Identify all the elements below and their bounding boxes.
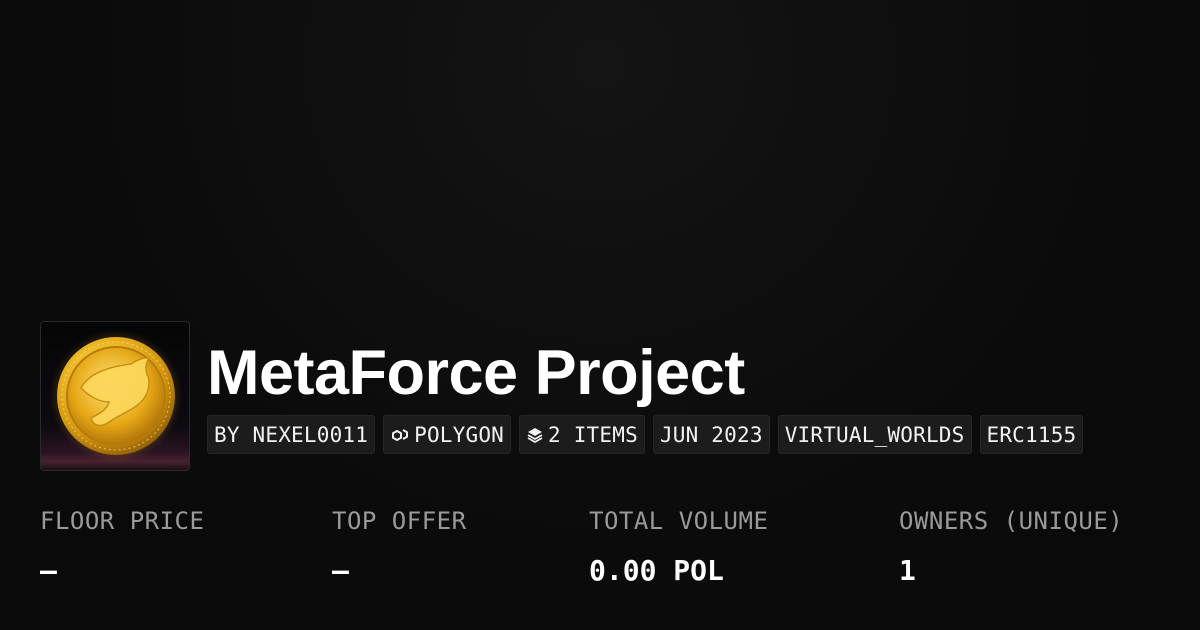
stat-value: – <box>40 554 57 587</box>
stat-value: – <box>332 554 349 587</box>
collection-tags: BY NEXEL0011 POLYGON 2 ITEMS JUN 2023 VI… <box>207 415 1084 454</box>
stat-total-volume: TOTAL VOLUME 0.00 POL <box>589 503 768 589</box>
creator-tag[interactable]: BY NEXEL0011 <box>207 415 376 454</box>
collection-title: MetaForce Project <box>207 338 745 408</box>
stat-value: 0.00 POL <box>589 554 724 587</box>
stat-label: TOTAL VOLUME <box>589 507 769 535</box>
token-standard-tag: ERC1155 <box>979 415 1084 454</box>
stat-label: TOP OFFER <box>332 507 467 535</box>
created-date-tag: JUN 2023 <box>652 415 770 454</box>
creator-tag-label: BY NEXEL0011 <box>214 422 369 447</box>
layers-icon <box>527 427 543 443</box>
stat-value: 1 <box>899 554 916 587</box>
gold-coin-logo <box>50 330 182 462</box>
stat-owners: OWNERS (UNIQUE) 1 <box>899 503 1123 589</box>
stat-label: OWNERS (UNIQUE) <box>899 507 1124 535</box>
category-tag[interactable]: VIRTUAL_WORLDS <box>777 415 972 454</box>
stat-label: FLOOR PRICE <box>40 507 205 535</box>
chain-tag-label: POLYGON <box>414 422 505 447</box>
token-standard-tag-label: ERC1155 <box>986 422 1077 447</box>
created-date-tag-label: JUN 2023 <box>659 422 763 447</box>
collection-stats: FLOOR PRICE – TOP OFFER – TOTAL VOLUME 0… <box>40 503 1200 603</box>
chain-tag[interactable]: POLYGON <box>383 415 512 454</box>
collection-avatar <box>40 321 190 471</box>
category-tag-label: VIRTUAL_WORLDS <box>784 422 965 447</box>
stat-top-offer: TOP OFFER – <box>332 503 467 589</box>
collection-header: MetaForce Project BY NEXEL0011 POLYGON 2… <box>40 321 1200 471</box>
polygon-chain-icon <box>392 428 409 441</box>
items-count-tag[interactable]: 2 ITEMS <box>519 415 645 454</box>
items-count-tag-label: 2 ITEMS <box>548 422 638 447</box>
stat-floor-price: FLOOR PRICE – <box>40 503 204 589</box>
